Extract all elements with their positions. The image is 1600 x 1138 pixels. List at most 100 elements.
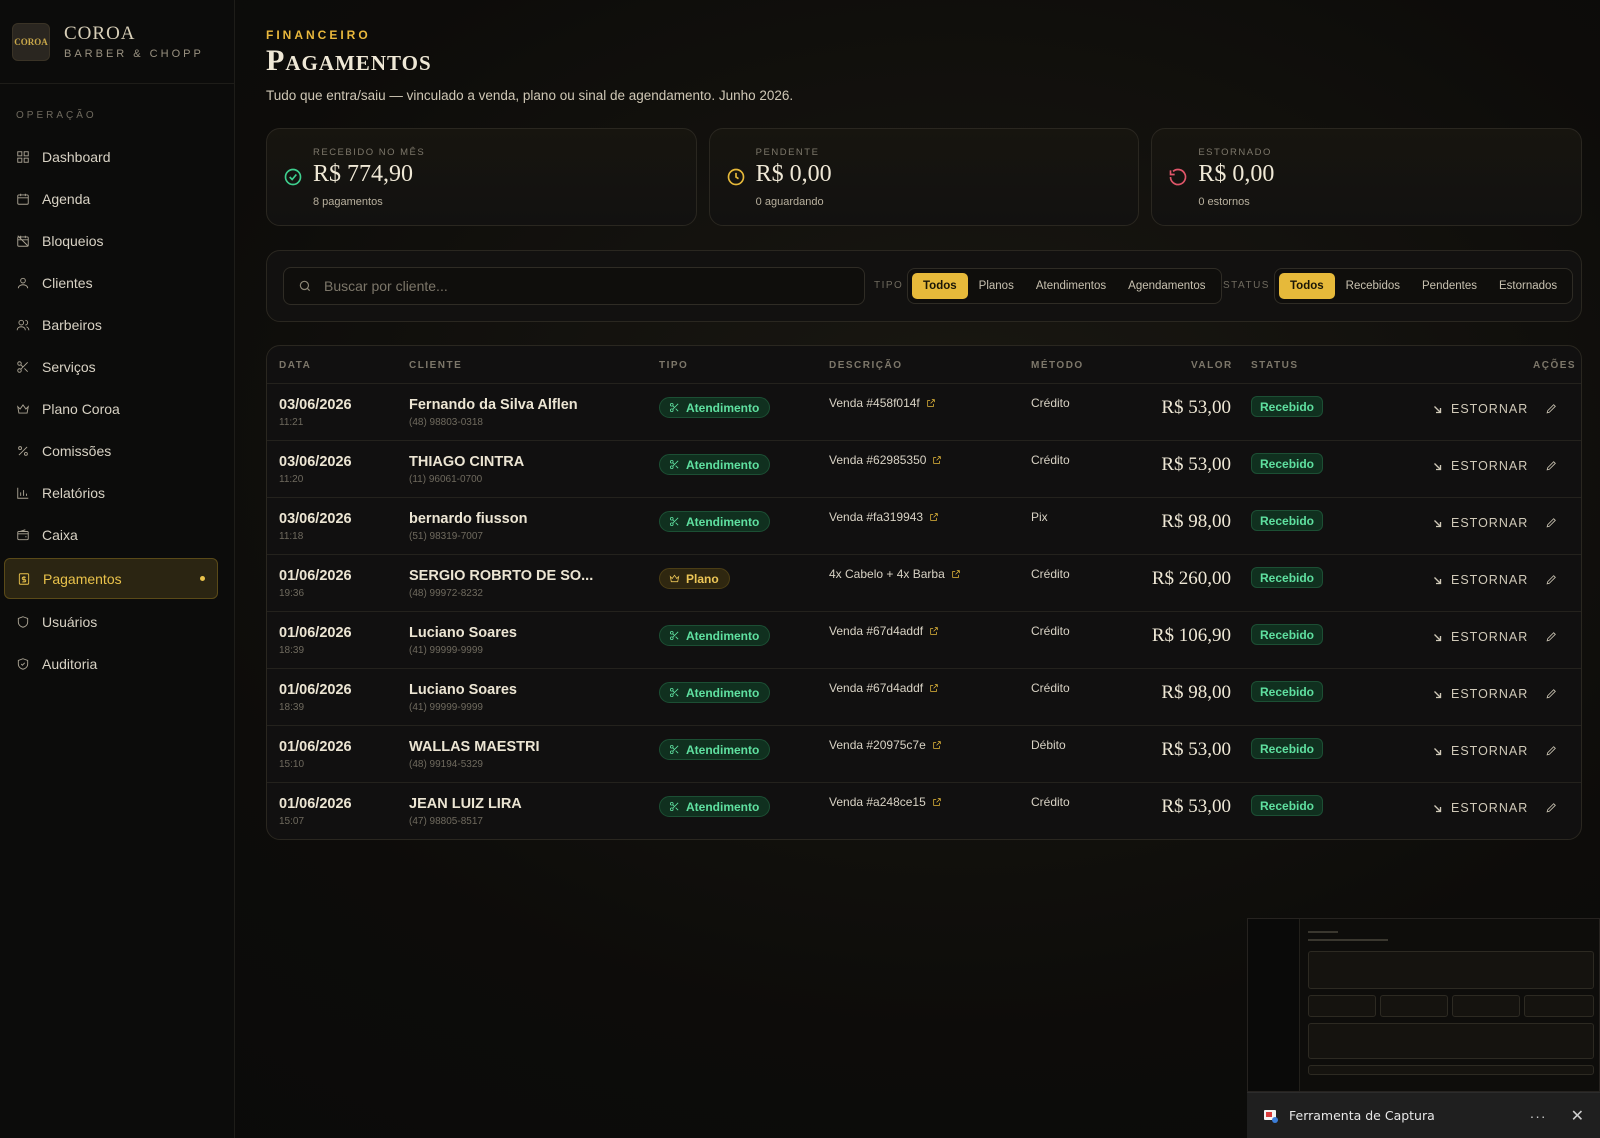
estornar-button[interactable]: ESTORNAR xyxy=(1433,744,1528,758)
table-row[interactable]: 01/06/2026 18:39 Luciano Soares (41) 999… xyxy=(267,612,1581,669)
external-link-icon[interactable] xyxy=(932,455,942,465)
external-link-icon[interactable] xyxy=(929,683,939,693)
estornar-button[interactable]: ESTORNAR xyxy=(1433,687,1528,701)
arrow-down-right-icon xyxy=(1434,576,1442,584)
status-option-estornados[interactable]: Estornados xyxy=(1488,273,1568,299)
estornar-button[interactable]: ESTORNAR xyxy=(1433,516,1528,530)
estornar-label: ESTORNAR xyxy=(1451,744,1529,758)
scissors-icon xyxy=(669,516,679,527)
tipo-option-todos[interactable]: Todos xyxy=(912,273,968,299)
sidebar-item-auditoria[interactable]: Auditoria xyxy=(0,643,234,685)
sidebar-item-label: Serviços xyxy=(42,359,96,375)
sidebar-item-label: Clientes xyxy=(42,275,93,291)
sidebar-item-usu-rios[interactable]: Usuários xyxy=(0,601,234,643)
table-row[interactable]: 03/06/2026 11:18 bernardo fiusson (51) 9… xyxy=(267,498,1581,555)
tipo-option-atendimentos[interactable]: Atendimentos xyxy=(1025,273,1117,299)
row-description[interactable]: Venda #20975c7e xyxy=(829,738,942,752)
table-row[interactable]: 01/06/2026 15:07 JEAN LUIZ LIRA (47) 988… xyxy=(267,783,1581,839)
row-date-cell: 01/06/2026 18:39 xyxy=(279,625,352,656)
row-client-name: Luciano Soares xyxy=(409,682,517,698)
sidebar-item-clientes[interactable]: Clientes xyxy=(0,262,234,304)
edit-button[interactable] xyxy=(1545,744,1559,758)
sidebar-item-comiss-es[interactable]: Comissões xyxy=(0,430,234,472)
description-link[interactable]: Venda #67d4addf xyxy=(829,624,923,638)
sidebar-item-bloqueios[interactable]: Bloqueios xyxy=(0,220,234,262)
external-link-icon[interactable] xyxy=(926,398,936,408)
col-descricao[interactable]: DESCRIÇÃO xyxy=(829,360,903,371)
edit-button[interactable] xyxy=(1545,573,1559,587)
col-valor[interactable]: VALOR xyxy=(1191,360,1233,371)
estornar-button[interactable]: ESTORNAR xyxy=(1433,801,1528,815)
sidebar-item-dashboard[interactable]: Dashboard xyxy=(0,136,234,178)
row-value: R$ 53,00 xyxy=(1161,739,1231,760)
description-link[interactable]: Venda #67d4addf xyxy=(829,681,923,695)
description-link[interactable]: 4x Cabelo + 4x Barba xyxy=(829,567,945,581)
table-row[interactable]: 01/06/2026 19:36 SERGIO ROBRTO DE SO... … xyxy=(267,555,1581,612)
tipo-option-planos[interactable]: Planos xyxy=(968,273,1025,299)
edit-button[interactable] xyxy=(1545,801,1559,815)
external-link-icon[interactable] xyxy=(932,797,942,807)
tipo-option-agendamentos[interactable]: Agendamentos xyxy=(1117,273,1216,299)
col-cliente[interactable]: CLIENTE xyxy=(409,360,462,371)
table-row[interactable]: 01/06/2026 18:39 Luciano Soares (41) 999… xyxy=(267,669,1581,726)
status-option-pendentes[interactable]: Pendentes xyxy=(1411,273,1488,299)
external-link-icon[interactable] xyxy=(929,512,939,522)
type-label: Atendimento xyxy=(686,457,760,472)
sidebar-item-plano-coroa[interactable]: Plano Coroa xyxy=(0,388,234,430)
type-badge: Atendimento xyxy=(659,454,771,475)
snip-preview-thumbnail[interactable] xyxy=(1247,918,1600,1092)
edit-button[interactable] xyxy=(1545,459,1559,473)
snipping-tool-notification[interactable]: Ferramenta de Captura ··· ✕ xyxy=(1247,1092,1600,1138)
sidebar-item-servi-os[interactable]: Serviços xyxy=(0,346,234,388)
table-row[interactable]: 03/06/2026 11:20 THIAGO CINTRA (11) 9606… xyxy=(267,441,1581,498)
row-date: 01/06/2026 xyxy=(279,682,352,698)
close-button[interactable]: ✕ xyxy=(1571,1106,1584,1126)
description-link[interactable]: Venda #20975c7e xyxy=(829,738,926,752)
search-input[interactable] xyxy=(324,278,824,294)
row-description[interactable]: 4x Cabelo + 4x Barba xyxy=(829,567,961,581)
row-description[interactable]: Venda #a248ce15 xyxy=(829,795,942,809)
sidebar-item-agenda[interactable]: Agenda xyxy=(0,178,234,220)
row-description[interactable]: Venda #fa319943 xyxy=(829,510,939,524)
row-description[interactable]: Venda #67d4addf xyxy=(829,624,939,638)
card-value: R$ 774,90 xyxy=(313,161,414,187)
edit-button[interactable] xyxy=(1545,630,1559,644)
sidebar-item-barbeiros[interactable]: Barbeiros xyxy=(0,304,234,346)
row-description[interactable]: Venda #67d4addf xyxy=(829,681,939,695)
description-link[interactable]: Venda #fa319943 xyxy=(829,510,923,524)
estornar-button[interactable]: ESTORNAR xyxy=(1433,573,1528,587)
external-link-icon[interactable] xyxy=(929,626,939,636)
status-option-todos[interactable]: Todos xyxy=(1279,273,1335,299)
more-options-button[interactable]: ··· xyxy=(1530,1108,1547,1124)
row-method: Crédito xyxy=(1031,396,1070,410)
estornar-button[interactable]: ESTORNAR xyxy=(1433,402,1528,416)
row-date-cell: 01/06/2026 15:10 xyxy=(279,739,352,770)
table-row[interactable]: 01/06/2026 15:10 WALLAS MAESTRI (48) 991… xyxy=(267,726,1581,783)
external-link-icon[interactable] xyxy=(951,569,961,579)
sidebar-item-label: Relatórios xyxy=(42,485,106,501)
table-row[interactable]: 03/06/2026 11:21 Fernando da Silva Alfle… xyxy=(267,384,1581,441)
sidebar-item-caixa[interactable]: Caixa xyxy=(0,514,234,556)
col-tipo[interactable]: TIPO xyxy=(659,360,688,371)
col-status[interactable]: STATUS xyxy=(1251,360,1299,371)
row-client-name: Fernando da Silva Alflen xyxy=(409,397,578,413)
brand[interactable]: COROA COROA BARBER & CHOPP xyxy=(0,0,234,84)
external-link-icon[interactable] xyxy=(932,740,942,750)
estornar-button[interactable]: ESTORNAR xyxy=(1433,459,1528,473)
description-link[interactable]: Venda #a248ce15 xyxy=(829,795,926,809)
row-description[interactable]: Venda #458f014f xyxy=(829,396,936,410)
status-badge: Recebido xyxy=(1251,681,1324,702)
row-description[interactable]: Venda #62985350 xyxy=(829,453,942,467)
col-data[interactable]: DATA xyxy=(279,360,311,371)
search-box[interactable] xyxy=(283,267,865,305)
col-metodo[interactable]: MÉTODO xyxy=(1031,360,1084,371)
description-link[interactable]: Venda #62985350 xyxy=(829,453,926,467)
sidebar-item-pagamentos[interactable]: Pagamentos xyxy=(4,558,218,599)
sidebar-item-relat-rios[interactable]: Relatórios xyxy=(0,472,234,514)
edit-button[interactable] xyxy=(1545,516,1559,530)
status-option-recebidos[interactable]: Recebidos xyxy=(1335,273,1411,299)
estornar-button[interactable]: ESTORNAR xyxy=(1433,630,1528,644)
edit-button[interactable] xyxy=(1545,687,1559,701)
description-link[interactable]: Venda #458f014f xyxy=(829,396,920,410)
edit-button[interactable] xyxy=(1545,402,1559,416)
